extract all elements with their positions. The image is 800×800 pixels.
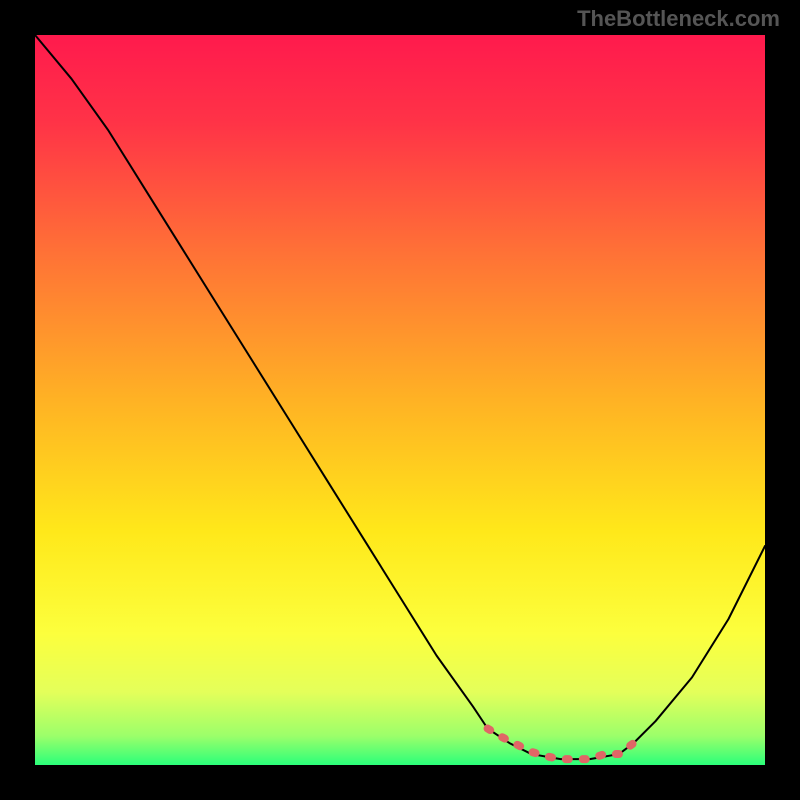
- chart-container: TheBottleneck.com: [0, 0, 800, 800]
- watermark-text: TheBottleneck.com: [577, 6, 780, 32]
- chart-svg: [35, 35, 765, 765]
- gradient-background: [35, 35, 765, 765]
- plot-area: [35, 35, 765, 765]
